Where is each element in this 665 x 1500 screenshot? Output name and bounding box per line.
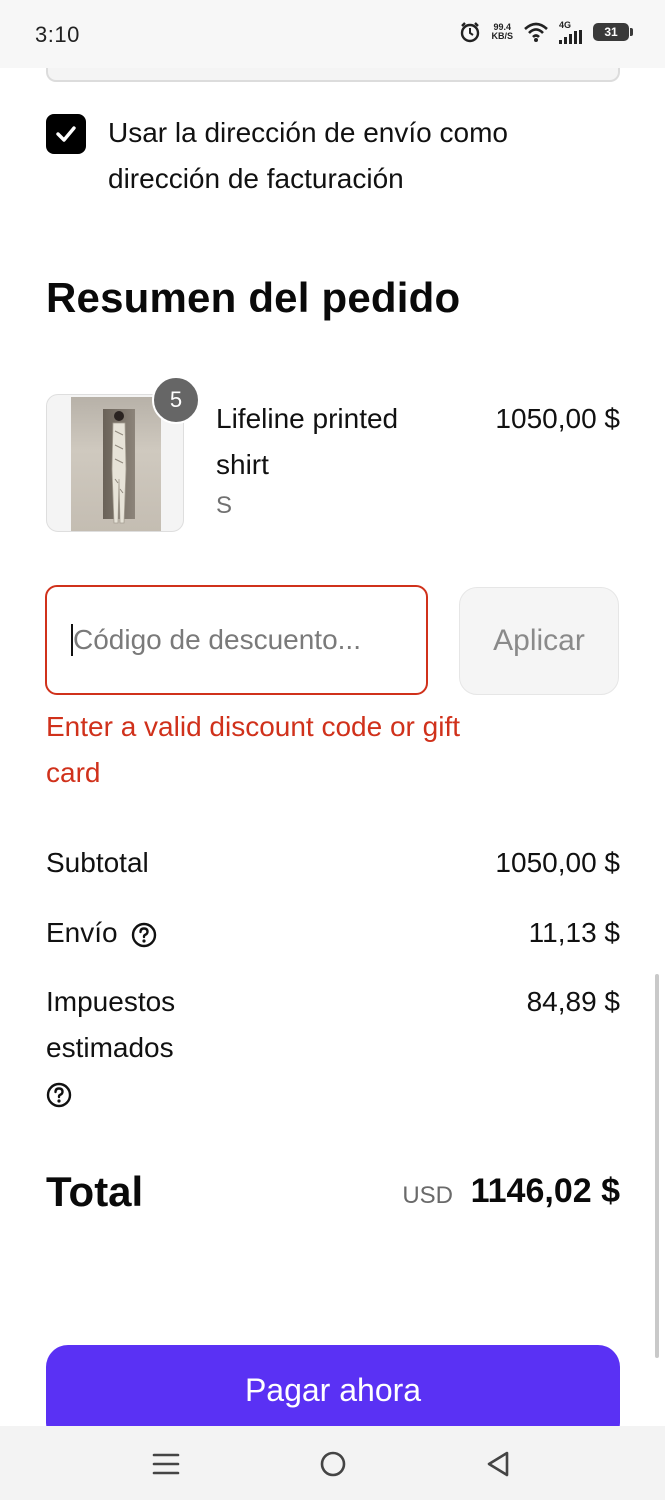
system-nav-bar bbox=[0, 1426, 665, 1500]
total-row: Total USD 1146,02 $ bbox=[46, 1168, 620, 1224]
subtotal-label: Subtotal bbox=[46, 847, 149, 878]
status-icons: 99.4 KB/S 4G 31 bbox=[459, 20, 633, 44]
product-image bbox=[71, 397, 161, 531]
discount-code-input[interactable] bbox=[45, 585, 428, 695]
alarm-icon bbox=[459, 21, 481, 43]
battery-level: 31 bbox=[604, 25, 618, 39]
tax-label: Impuestos estimados bbox=[46, 986, 176, 1063]
product-variant: S bbox=[216, 492, 233, 519]
scrollbar[interactable] bbox=[655, 974, 659, 1358]
battery-icon: 31 bbox=[593, 23, 633, 41]
product-name: Lifeline printed shirt bbox=[216, 403, 399, 480]
checkmark-icon bbox=[56, 126, 76, 142]
shipping-label: Envío bbox=[46, 917, 118, 948]
subtotal-value: 1050,00 $ bbox=[495, 847, 620, 878]
quantity-badge: 5 bbox=[152, 376, 200, 424]
billing-same-as-shipping[interactable]: Usar la dirección de envío como direcció… bbox=[46, 112, 620, 202]
billing-checkbox-label: Usar la dirección de envío como direcció… bbox=[108, 117, 508, 194]
discount-error-message: Enter a valid discount code or gift card bbox=[46, 711, 461, 788]
product-price: 1050,00 $ bbox=[495, 403, 620, 434]
text-cursor bbox=[71, 624, 73, 656]
apply-discount-button[interactable]: Aplicar bbox=[459, 587, 619, 695]
shipping-value: 11,13 $ bbox=[528, 917, 620, 948]
tax-help-icon[interactable] bbox=[46, 1081, 72, 1108]
order-line-item: 5 Lifeline printed shirt S 1050,00 $ bbox=[46, 376, 620, 534]
status-time: 3:10 bbox=[35, 22, 80, 47]
shipping-help-icon[interactable] bbox=[131, 922, 157, 948]
billing-checkbox[interactable] bbox=[46, 114, 86, 154]
net-speed: 99.4 KB/S bbox=[491, 23, 513, 41]
wifi-icon bbox=[523, 21, 549, 43]
tax-value: 84,89 $ bbox=[526, 986, 620, 1017]
home-icon[interactable] bbox=[313, 1444, 353, 1484]
net-speed-unit: KB/S bbox=[491, 31, 513, 41]
back-icon[interactable] bbox=[478, 1444, 518, 1484]
total-currency: USD bbox=[402, 1182, 453, 1209]
total-value: 1146,02 $ bbox=[470, 1172, 620, 1210]
tax-row: Impuestos estimados 84,89 $ bbox=[46, 979, 620, 1129]
order-summary-title: Resumen del pedido bbox=[46, 274, 461, 321]
signal-icon: 4G bbox=[559, 20, 583, 44]
menu-icon[interactable] bbox=[146, 1444, 186, 1484]
status-bar: 3:10 99.4 KB/S 4G 31 bbox=[0, 0, 665, 68]
network-type: 4G bbox=[559, 20, 572, 30]
total-label: Total bbox=[46, 1168, 144, 1215]
